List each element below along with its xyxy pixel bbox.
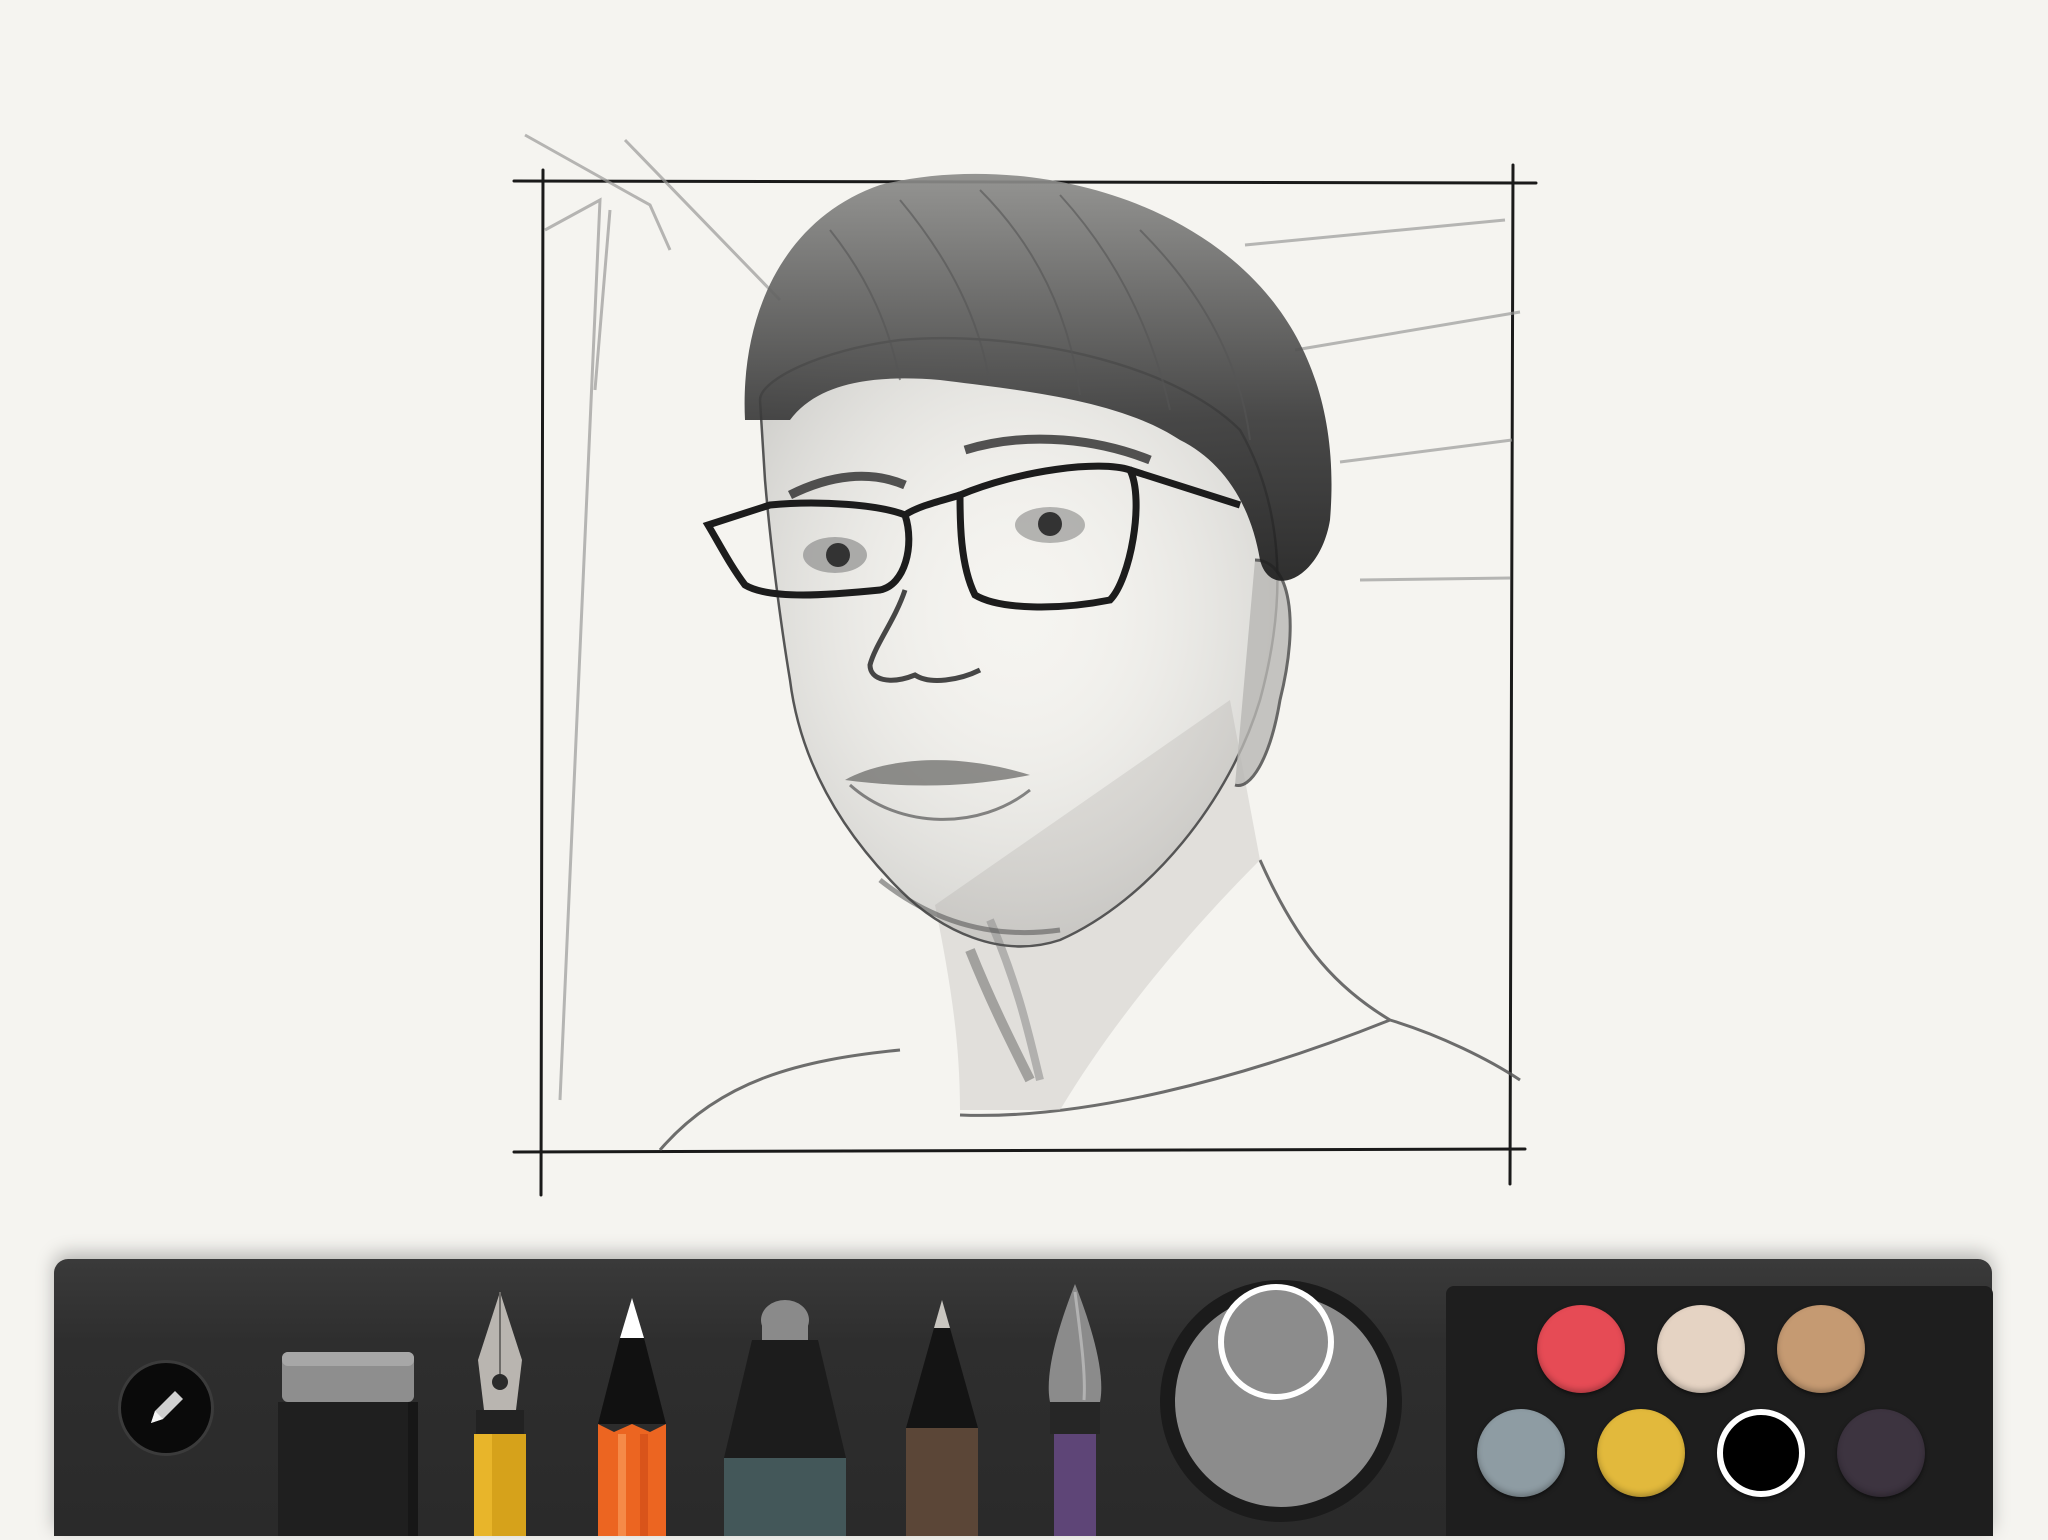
swatch-skin-light[interactable] [1657,1305,1745,1393]
pencil-tool[interactable] [592,1296,672,1536]
swatch-yellow[interactable] [1597,1409,1685,1497]
pencil-icon [598,1298,666,1536]
pencil-icon [151,1391,183,1423]
swatch-black-selected[interactable] [1717,1409,1805,1497]
fine-pen-icon [906,1300,978,1536]
fountain-pen-icon [474,1292,526,1536]
brush-tool[interactable] [1040,1282,1110,1536]
marker-tool[interactable] [722,1298,848,1536]
swatch-blue-gray[interactable] [1477,1409,1565,1497]
fine-pen-tool[interactable] [900,1298,984,1536]
mode-toggle-button[interactable] [118,1360,214,1456]
mixer-selector-ring[interactable] [1218,1284,1334,1400]
swatch-red[interactable] [1537,1305,1625,1393]
eraser-tool[interactable] [278,1350,418,1536]
fountain-pen-tool[interactable] [466,1290,534,1536]
portrait-sketch [512,133,1538,1197]
eraser-icon [278,1352,418,1536]
swatch-dark-purple[interactable] [1837,1409,1925,1497]
brush-icon [1048,1284,1102,1536]
swatch-tan[interactable] [1777,1305,1865,1393]
marker-icon [724,1300,846,1536]
